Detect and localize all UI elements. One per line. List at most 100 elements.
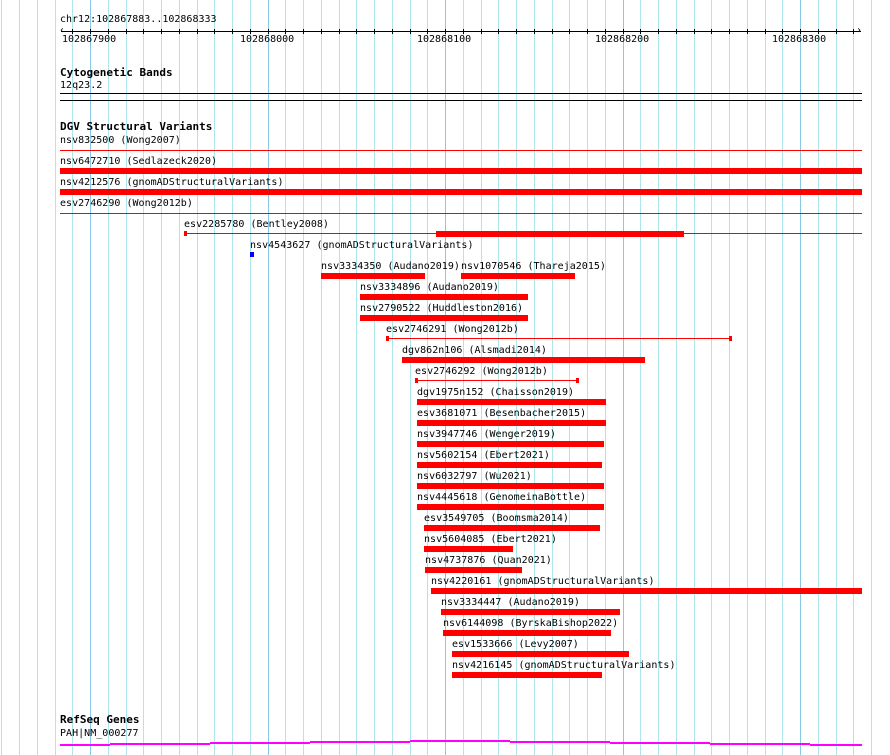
feature-label: nsv4216145 (gnomADStructuralVariants) (452, 660, 676, 671)
variant-bar[interactable] (417, 441, 604, 447)
band-line[interactable] (60, 93, 862, 94)
ruler-tick (232, 29, 233, 34)
feature-label: nsv6144098 (ByrskaBishop2022) (443, 618, 619, 629)
gene-segment (210, 742, 310, 744)
track-separator (60, 100, 862, 101)
variant-bar[interactable] (250, 252, 254, 257)
feature-label: nsv3334447 (Audano2019) (441, 597, 580, 608)
variant-line[interactable] (60, 213, 862, 214)
grid-line (392, 0, 393, 755)
ruler-tick (676, 29, 677, 34)
variant-bar[interactable] (360, 315, 528, 321)
grid-line (19, 0, 20, 755)
variant-bar[interactable] (452, 672, 602, 678)
variant-bar[interactable] (417, 462, 602, 468)
gene-segment (60, 744, 110, 746)
tick-label: 102867900 (62, 34, 117, 45)
grid-line (800, 0, 801, 755)
variant-bar[interactable] (461, 273, 575, 279)
grid-line (1, 0, 2, 755)
ruler-tick (410, 29, 411, 34)
scroll-right-arrow-icon[interactable]: › (856, 25, 862, 36)
track-title: RefSeq Genes (60, 713, 140, 726)
ruler-tick (765, 29, 766, 34)
grid-line (782, 0, 783, 755)
variant-bar[interactable] (402, 357, 645, 363)
ruler-tick (747, 29, 748, 34)
band-label[interactable]: 12q23.2 (60, 80, 102, 91)
grid-line (339, 0, 340, 755)
ruler-tick (729, 29, 730, 34)
variant-bar[interactable] (436, 231, 684, 237)
tick-label: 102868200 (595, 34, 650, 45)
track-title: Cytogenetic Bands (60, 66, 173, 79)
variant-start-cap (386, 336, 389, 341)
variant-bar[interactable] (60, 168, 862, 174)
variant-line[interactable] (415, 380, 579, 381)
variant-line[interactable] (60, 150, 862, 151)
feature-label: nsv6472710 (Sedlazeck2020) (60, 156, 218, 167)
ruler-tick (179, 29, 180, 34)
grid-line (374, 0, 375, 755)
feature-label: nsv4543627 (gnomADStructuralVariants) (250, 240, 474, 251)
variant-bar[interactable] (441, 609, 620, 615)
ruler-tick (516, 29, 517, 34)
feature-label: dgv1975n152 (Chaisson2019) (417, 387, 575, 398)
grid-line (143, 0, 144, 755)
grid-line (853, 0, 854, 755)
grid-line (711, 0, 712, 755)
ruler-tick (161, 29, 162, 34)
tick-label: 102868100 (417, 34, 472, 45)
ruler-tick (498, 29, 499, 34)
grid-line (836, 0, 837, 755)
tick-label: 102868300 (772, 34, 827, 45)
gene-segment (310, 741, 410, 743)
variant-bar[interactable] (417, 483, 604, 489)
feature-label: nsv3334896 (Audano2019) (360, 282, 499, 293)
gene-label[interactable]: PAH|NM_000277 (60, 728, 139, 739)
grid-line (729, 0, 730, 755)
feature-label: nsv4220161 (gnomADStructuralVariants) (431, 576, 655, 587)
variant-bar[interactable] (431, 588, 862, 594)
ruler-tick (569, 29, 570, 34)
feature-label: nsv4212576 (gnomADStructuralVariants) (60, 177, 284, 188)
feature-label: dgv862n106 (Alsmadi2014) (402, 345, 547, 356)
ruler-tick (143, 29, 144, 34)
grid-line (108, 0, 109, 755)
ruler-tick (658, 29, 659, 34)
variant-bar[interactable] (417, 399, 606, 405)
variant-bar[interactable] (425, 567, 522, 573)
grid-line (55, 0, 56, 755)
grid-line (676, 0, 677, 755)
variant-end-cap (576, 378, 579, 383)
ruler-tick (534, 29, 535, 34)
grid-line (658, 0, 659, 755)
feature-label: nsv4445618 (GenomeinaBottle) (417, 492, 587, 503)
ruler-tick (339, 29, 340, 34)
grid-line (818, 0, 819, 755)
variant-line[interactable] (386, 338, 732, 339)
grid-line (694, 0, 695, 755)
feature-label: nsv3334350 (Audano2019) (321, 261, 460, 272)
ruler-tick (552, 29, 553, 34)
grid-line (72, 0, 73, 755)
track-title: DGV Structural Variants (60, 120, 213, 133)
gene-segment (710, 743, 810, 745)
variant-bar[interactable] (424, 546, 513, 552)
variant-end-cap (729, 336, 732, 341)
variant-bar[interactable] (452, 651, 629, 657)
grid-line (268, 0, 269, 755)
gene-segment (410, 740, 510, 742)
variant-bar[interactable] (417, 504, 604, 510)
grid-line (640, 0, 641, 755)
grid-line (303, 0, 304, 755)
variant-bar[interactable] (424, 525, 600, 531)
variant-bar[interactable] (443, 630, 611, 636)
grid-line (214, 0, 215, 755)
variant-bar[interactable] (60, 189, 862, 195)
feature-label: nsv5604085 (Ebert2021) (424, 534, 557, 545)
variant-bar[interactable] (321, 273, 425, 279)
variant-bar[interactable] (360, 294, 528, 300)
variant-bar[interactable] (417, 420, 606, 426)
variant-start-cap (184, 231, 187, 236)
